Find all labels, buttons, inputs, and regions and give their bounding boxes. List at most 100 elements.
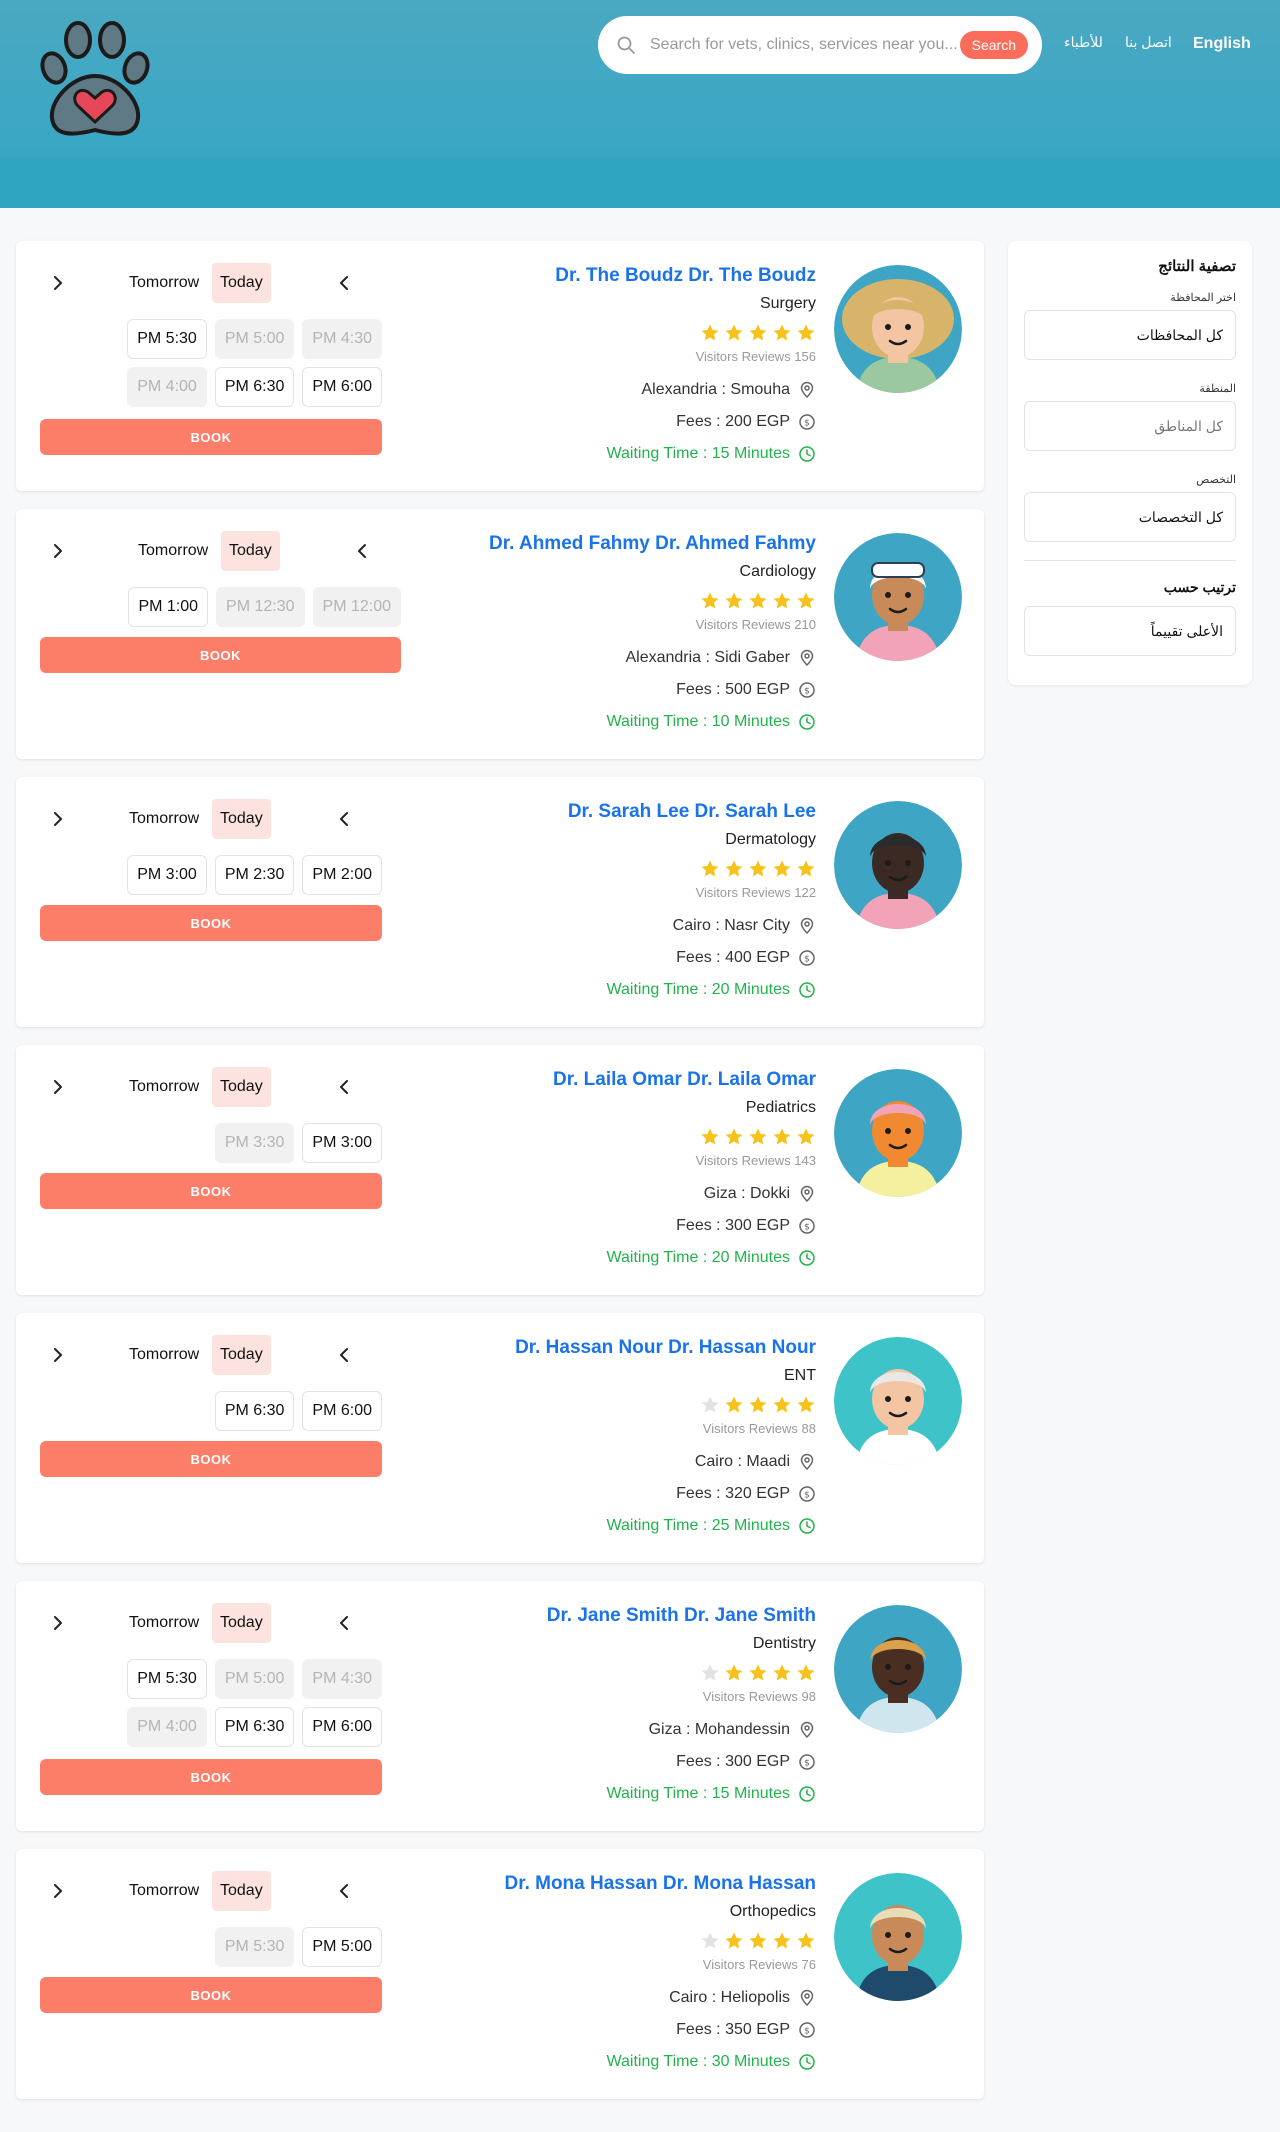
doctor-fees: Fees : 350 EGP $ bbox=[676, 2021, 816, 2039]
tab-tomorrow[interactable]: Tomorrow bbox=[129, 1882, 199, 1900]
chevron-right-icon[interactable] bbox=[48, 541, 68, 561]
rating-stars bbox=[700, 1931, 816, 1951]
time-slot[interactable]: PM 3:00 bbox=[127, 855, 207, 895]
time-slot[interactable]: PM 5:30 bbox=[127, 319, 207, 359]
doctor-avatar[interactable] bbox=[834, 265, 962, 393]
time-slot[interactable]: PM 5:30 bbox=[127, 1659, 207, 1699]
chevron-left-icon[interactable] bbox=[334, 273, 354, 293]
visitor-reviews: Visitors Reviews 122 bbox=[695, 885, 816, 900]
chevron-right-icon[interactable] bbox=[48, 273, 68, 293]
star-filled-icon bbox=[725, 592, 743, 609]
time-slot[interactable]: PM 5:00 bbox=[302, 1927, 382, 1967]
tab-today[interactable]: Today bbox=[212, 1067, 271, 1107]
time-slots: PM 5:30 PM 5:00 PM 4:30 PM 4:00 PM 6:30 PM 6:… bbox=[40, 1659, 382, 1747]
dollar-coin-icon: $ bbox=[799, 1486, 815, 1502]
dollar-coin-icon: $ bbox=[799, 1754, 815, 1770]
tab-tomorrow[interactable]: Tomorrow bbox=[129, 1614, 199, 1632]
doctor-avatar[interactable] bbox=[834, 801, 962, 929]
day-navigation: Tomorrow Today bbox=[40, 1067, 382, 1107]
star-filled-icon bbox=[725, 1396, 743, 1413]
tab-today[interactable]: Today bbox=[212, 1871, 271, 1911]
doctor-specialty: Orthopedics bbox=[729, 1903, 816, 1920]
time-slot[interactable]: PM 6:30 bbox=[214, 1707, 295, 1747]
sort-select[interactable]: الأعلى تقييماً bbox=[1024, 606, 1236, 656]
doctor-name-link[interactable]: Dr. The Boudz Dr. The Boudz bbox=[555, 265, 816, 287]
tab-today[interactable]: Today bbox=[212, 263, 271, 303]
time-slot[interactable]: PM 1:00 bbox=[128, 587, 209, 627]
time-slot[interactable]: PM 6:00 bbox=[302, 1391, 382, 1431]
star-filled-icon bbox=[725, 1128, 743, 1145]
tab-tomorrow[interactable]: Tomorrow bbox=[129, 1078, 199, 1096]
star-filled-icon bbox=[797, 1932, 815, 1949]
tab-tomorrow[interactable]: Tomorrow bbox=[129, 810, 199, 828]
clock-icon bbox=[799, 2054, 815, 2070]
doctor-avatar[interactable] bbox=[834, 1069, 962, 1197]
doctor-name-link[interactable]: Dr. Hassan Nour Dr. Hassan Nour bbox=[515, 1337, 816, 1359]
chevron-left-icon[interactable] bbox=[352, 541, 372, 561]
doctor-name-link[interactable]: Dr. Laila Omar Dr. Laila Omar bbox=[553, 1069, 816, 1091]
time-slot[interactable]: PM 3:00 bbox=[302, 1123, 382, 1163]
tab-tomorrow[interactable]: Tomorrow bbox=[129, 1346, 199, 1364]
time-slot[interactable]: PM 6:30 bbox=[214, 1391, 295, 1431]
time-slot[interactable]: PM 2:30 bbox=[214, 855, 295, 895]
star-empty-icon bbox=[701, 1664, 719, 1681]
dollar-coin-icon: $ bbox=[799, 950, 815, 966]
tab-tomorrow[interactable]: Tomorrow bbox=[129, 274, 199, 292]
chevron-right-icon[interactable] bbox=[48, 1613, 68, 1633]
visitor-reviews: Visitors Reviews 156 bbox=[695, 349, 816, 364]
doctor-name-link[interactable]: Dr. Mona Hassan Dr. Mona Hassan bbox=[505, 1873, 817, 1895]
chevron-right-icon[interactable] bbox=[48, 1345, 68, 1365]
nav-contact-link[interactable]: اتصل بنا bbox=[1125, 34, 1172, 51]
doctor-avatar[interactable] bbox=[834, 1605, 962, 1733]
book-button[interactable]: BOOK bbox=[40, 637, 401, 673]
time-slot[interactable]: PM 2:00 bbox=[302, 855, 382, 895]
location-text: Giza : Mohandessin bbox=[648, 1721, 790, 1738]
book-button[interactable]: BOOK bbox=[40, 1441, 382, 1477]
star-filled-icon bbox=[773, 1664, 791, 1681]
search-input[interactable] bbox=[650, 36, 960, 54]
waiting-time: Waiting Time : 15 Minutes bbox=[607, 1785, 816, 1803]
specialty-select[interactable]: كل التخصصات bbox=[1024, 492, 1236, 542]
book-button[interactable]: BOOK bbox=[40, 1977, 382, 2013]
chevron-left-icon[interactable] bbox=[334, 1613, 354, 1633]
book-button[interactable]: BOOK bbox=[40, 905, 382, 941]
search-button[interactable]: Search bbox=[959, 31, 1028, 59]
chevron-right-icon[interactable] bbox=[48, 1077, 68, 1097]
time-slot[interactable]: PM 6:30 bbox=[214, 367, 295, 407]
governorate-select[interactable]: كل المحافظات bbox=[1024, 310, 1236, 360]
tab-today[interactable]: Today bbox=[212, 1335, 271, 1375]
appointment-schedule: Tomorrow Today PM 3:00 PM 2:30 PM 2:00 BOOK bbox=[40, 799, 382, 941]
book-button[interactable]: BOOK bbox=[40, 419, 382, 455]
doctor-avatar[interactable] bbox=[834, 1337, 962, 1465]
chevron-left-icon[interactable] bbox=[334, 1077, 354, 1097]
tab-today[interactable]: Today bbox=[212, 1603, 271, 1643]
chevron-left-icon[interactable] bbox=[334, 809, 354, 829]
waiting-text: Waiting Time : 20 Minutes bbox=[606, 981, 790, 998]
doctor-avatar[interactable] bbox=[834, 1873, 962, 2001]
book-button[interactable]: BOOK bbox=[40, 1759, 382, 1795]
day-navigation: Tomorrow Today bbox=[40, 1335, 382, 1375]
language-switch[interactable]: English bbox=[1193, 35, 1251, 53]
chevron-left-icon[interactable] bbox=[334, 1881, 354, 1901]
tab-tomorrow[interactable]: Tomorrow bbox=[138, 542, 208, 560]
time-slot[interactable]: PM 6:00 bbox=[302, 1707, 382, 1747]
chevron-right-icon[interactable] bbox=[48, 809, 68, 829]
book-button[interactable]: BOOK bbox=[40, 1173, 382, 1209]
area-select[interactable]: كل المناطق bbox=[1024, 401, 1236, 451]
time-slot-unavailable: PM 4:30 bbox=[302, 1659, 382, 1699]
time-slot[interactable]: PM 6:00 bbox=[302, 367, 382, 407]
doctor-name-link[interactable]: Dr. Ahmed Fahmy Dr. Ahmed Fahmy bbox=[489, 533, 816, 555]
nav-doctors-link[interactable]: للأطباء bbox=[1064, 34, 1103, 51]
tab-today[interactable]: Today bbox=[221, 531, 280, 571]
tab-today[interactable]: Today bbox=[212, 799, 271, 839]
doctor-name-link[interactable]: Dr. Jane Smith Dr. Jane Smith bbox=[547, 1605, 816, 1627]
paw-heart-logo[interactable] bbox=[28, 18, 162, 142]
star-filled-icon bbox=[725, 324, 743, 341]
waiting-time: Waiting Time : 20 Minutes bbox=[607, 1249, 816, 1267]
chevron-left-icon[interactable] bbox=[334, 1345, 354, 1365]
doctor-avatar[interactable] bbox=[834, 533, 962, 661]
doctor-name-link[interactable]: Dr. Sarah Lee Dr. Sarah Lee bbox=[568, 801, 816, 823]
time-slot-unavailable: PM 12:30 bbox=[216, 587, 305, 627]
chevron-right-icon[interactable] bbox=[48, 1881, 68, 1901]
clock-icon bbox=[799, 1250, 815, 1266]
